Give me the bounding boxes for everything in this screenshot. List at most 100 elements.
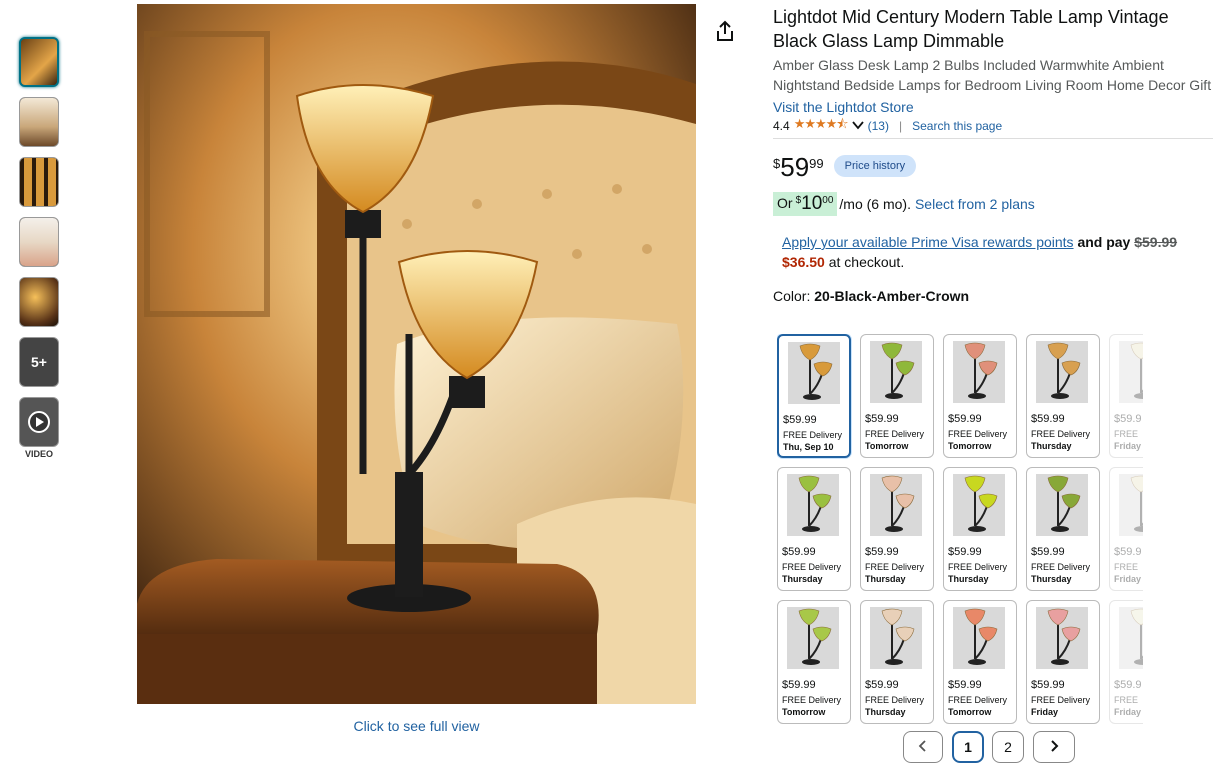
prime-visa-link[interactable]: Apply your available Prime Visa rewards … <box>782 234 1074 250</box>
monthly-or: Or <box>777 195 793 211</box>
swatch-image <box>1036 341 1088 403</box>
swatch-image <box>788 342 840 404</box>
swatch-delivery: FREE Delivery Tomorrow <box>865 428 924 452</box>
select-plans-link[interactable]: Select from 2 plans <box>915 196 1035 212</box>
color-swatch[interactable]: $59.99 FREE Delivery Tomorrow <box>860 334 934 458</box>
color-swatch[interactable]: $59.99 FREE Delivery Thu, Sep 10 <box>777 334 851 458</box>
swatch-price: $59.99 <box>948 546 982 558</box>
prime-and-pay: and pay <box>1077 234 1131 250</box>
swatch-price: $59.99 <box>865 546 899 558</box>
color-swatch[interactable]: $59.9 FREE Friday <box>1109 467 1143 591</box>
thumbnail-strip: 5+ VIDEO <box>19 37 59 459</box>
product-info: Lightdot Mid Century Modern Table Lamp V… <box>773 5 1213 304</box>
delivery-label: FREE <box>1114 429 1139 439</box>
color-swatch[interactable]: $59.99 FREE Delivery Thursday <box>860 467 934 591</box>
delivery-label: FREE Delivery <box>865 562 925 572</box>
delivery-label: FREE <box>1114 562 1139 572</box>
product-title: Lightdot Mid Century Modern Table Lamp V… <box>773 7 1169 51</box>
delivery-label: FREE Delivery <box>1031 695 1091 705</box>
color-value: 20-Black-Amber-Crown <box>814 288 970 304</box>
color-swatch[interactable]: $59.99 FREE Delivery Tomorrow <box>943 334 1017 458</box>
color-swatch[interactable]: $59.99 FREE Delivery Thursday <box>777 467 851 591</box>
thumbnail-image[interactable] <box>19 97 59 147</box>
swatch-delivery: FREE Delivery Thursday <box>948 561 1007 585</box>
delivery-date: Friday <box>1031 707 1059 717</box>
swatch-image <box>953 341 1005 403</box>
thumbnail-video[interactable] <box>19 397 59 447</box>
chevron-down-icon[interactable] <box>851 119 864 133</box>
color-swatch[interactable]: $59.99 FREE Delivery Thursday <box>943 467 1017 591</box>
old-price: $59.99 <box>1134 234 1178 250</box>
thumbnail-image[interactable] <box>19 277 59 327</box>
color-swatch[interactable]: $59.99 FREE Delivery Thursday <box>1026 467 1100 591</box>
delivery-date: Thursday <box>1031 574 1072 584</box>
color-label-text: Color: <box>773 288 811 304</box>
monthly-amount: Or $ 10 00 <box>773 192 838 216</box>
price-block: $ 59 99 Price history <box>773 153 1213 185</box>
swatch-image <box>787 474 839 536</box>
swatch-price: $59.99 <box>1031 546 1065 558</box>
swatch-delivery: FREE Friday <box>1114 694 1141 718</box>
delivery-label: FREE Delivery <box>783 430 843 440</box>
review-count-link[interactable]: (13) <box>868 119 889 133</box>
swatch-price: $59.99 <box>865 679 899 691</box>
swatch-price: $59.99 <box>1031 413 1065 425</box>
price-symbol: $ <box>773 156 781 171</box>
color-swatch[interactable]: $59.99 FREE Delivery Friday <box>1026 600 1100 724</box>
color-swatch[interactable]: $59.99 FREE Delivery Tomorrow <box>777 600 851 724</box>
play-icon <box>28 411 50 433</box>
thumbnail-more[interactable]: 5+ <box>19 337 59 387</box>
swatch-delivery: FREE Delivery Thursday <box>865 694 924 718</box>
price-whole: 59 <box>780 152 810 182</box>
color-swatch[interactable]: $59.9 FREE Friday <box>1109 600 1143 724</box>
monthly-whole: 10 <box>801 193 823 214</box>
swatch-delivery: FREE Delivery Thursday <box>865 561 924 585</box>
swatch-image <box>953 607 1005 669</box>
swatch-delivery: FREE Delivery Tomorrow <box>948 428 1007 452</box>
video-label: VIDEO <box>24 449 53 459</box>
divider: | <box>898 119 903 133</box>
swatch-image <box>787 607 839 669</box>
monthly-payment: Or $ 10 00 /mo (6 mo). Select from 2 pla… <box>773 191 1213 217</box>
delivery-date: Thursday <box>948 574 989 584</box>
page-1-button[interactable]: 1 <box>952 731 984 763</box>
color-swatch[interactable]: $59.99 FREE Delivery Thursday <box>1026 334 1100 458</box>
monthly-terms: /mo (6 mo). <box>839 196 911 212</box>
swatch-image <box>1036 474 1088 536</box>
delivery-date: Tomorrow <box>948 441 992 451</box>
swatch-delivery: FREE Delivery Thursday <box>1031 561 1090 585</box>
delivery-date: Friday <box>1114 707 1142 717</box>
swatch-price: $59.99 <box>783 414 817 426</box>
prime-visa-offer: Apply your available Prime Visa rewards … <box>782 232 1213 272</box>
delivery-label: FREE Delivery <box>948 429 1008 439</box>
delivery-label: FREE Delivery <box>782 562 842 572</box>
next-page-button[interactable] <box>1033 731 1075 763</box>
swatch-delivery: FREE Friday <box>1114 428 1141 452</box>
swatch-delivery: FREE Delivery Thursday <box>782 561 841 585</box>
price-history-button[interactable]: Price history <box>833 155 917 177</box>
swatch-image <box>1119 607 1143 669</box>
share-icon[interactable] <box>714 20 736 42</box>
delivery-date: Friday <box>1114 574 1142 584</box>
swatch-delivery: FREE Delivery Thu, Sep 10 <box>783 429 842 453</box>
thumbnail-image[interactable] <box>19 37 59 87</box>
prev-page-button[interactable] <box>903 731 943 763</box>
delivery-label: FREE Delivery <box>948 562 1008 572</box>
delivery-date: Thursday <box>1031 441 1072 451</box>
search-page-link[interactable]: Search this page <box>912 119 1002 133</box>
delivery-label: FREE Delivery <box>948 695 1008 705</box>
swatch-price: $59.99 <box>865 413 899 425</box>
delivery-date: Thursday <box>782 574 823 584</box>
main-product-image[interactable] <box>137 4 696 704</box>
page-2-button[interactable]: 2 <box>992 731 1024 763</box>
click-full-view-link[interactable]: Click to see full view <box>137 718 696 734</box>
color-swatch[interactable]: $59.99 FREE Delivery Tomorrow <box>943 600 1017 724</box>
thumbnail-image[interactable] <box>19 157 59 207</box>
color-swatch[interactable]: $59.99 FREE Delivery Thursday <box>860 600 934 724</box>
thumbnail-image[interactable] <box>19 217 59 267</box>
star-rating-icon[interactable]: ★★★★⯪ <box>794 115 849 137</box>
swatch-price: $59.99 <box>782 546 816 558</box>
swatch-delivery: FREE Friday <box>1114 561 1141 585</box>
store-link[interactable]: Visit the Lightdot Store <box>773 97 1213 117</box>
color-swatch[interactable]: $59.9 FREE Friday <box>1109 334 1143 458</box>
